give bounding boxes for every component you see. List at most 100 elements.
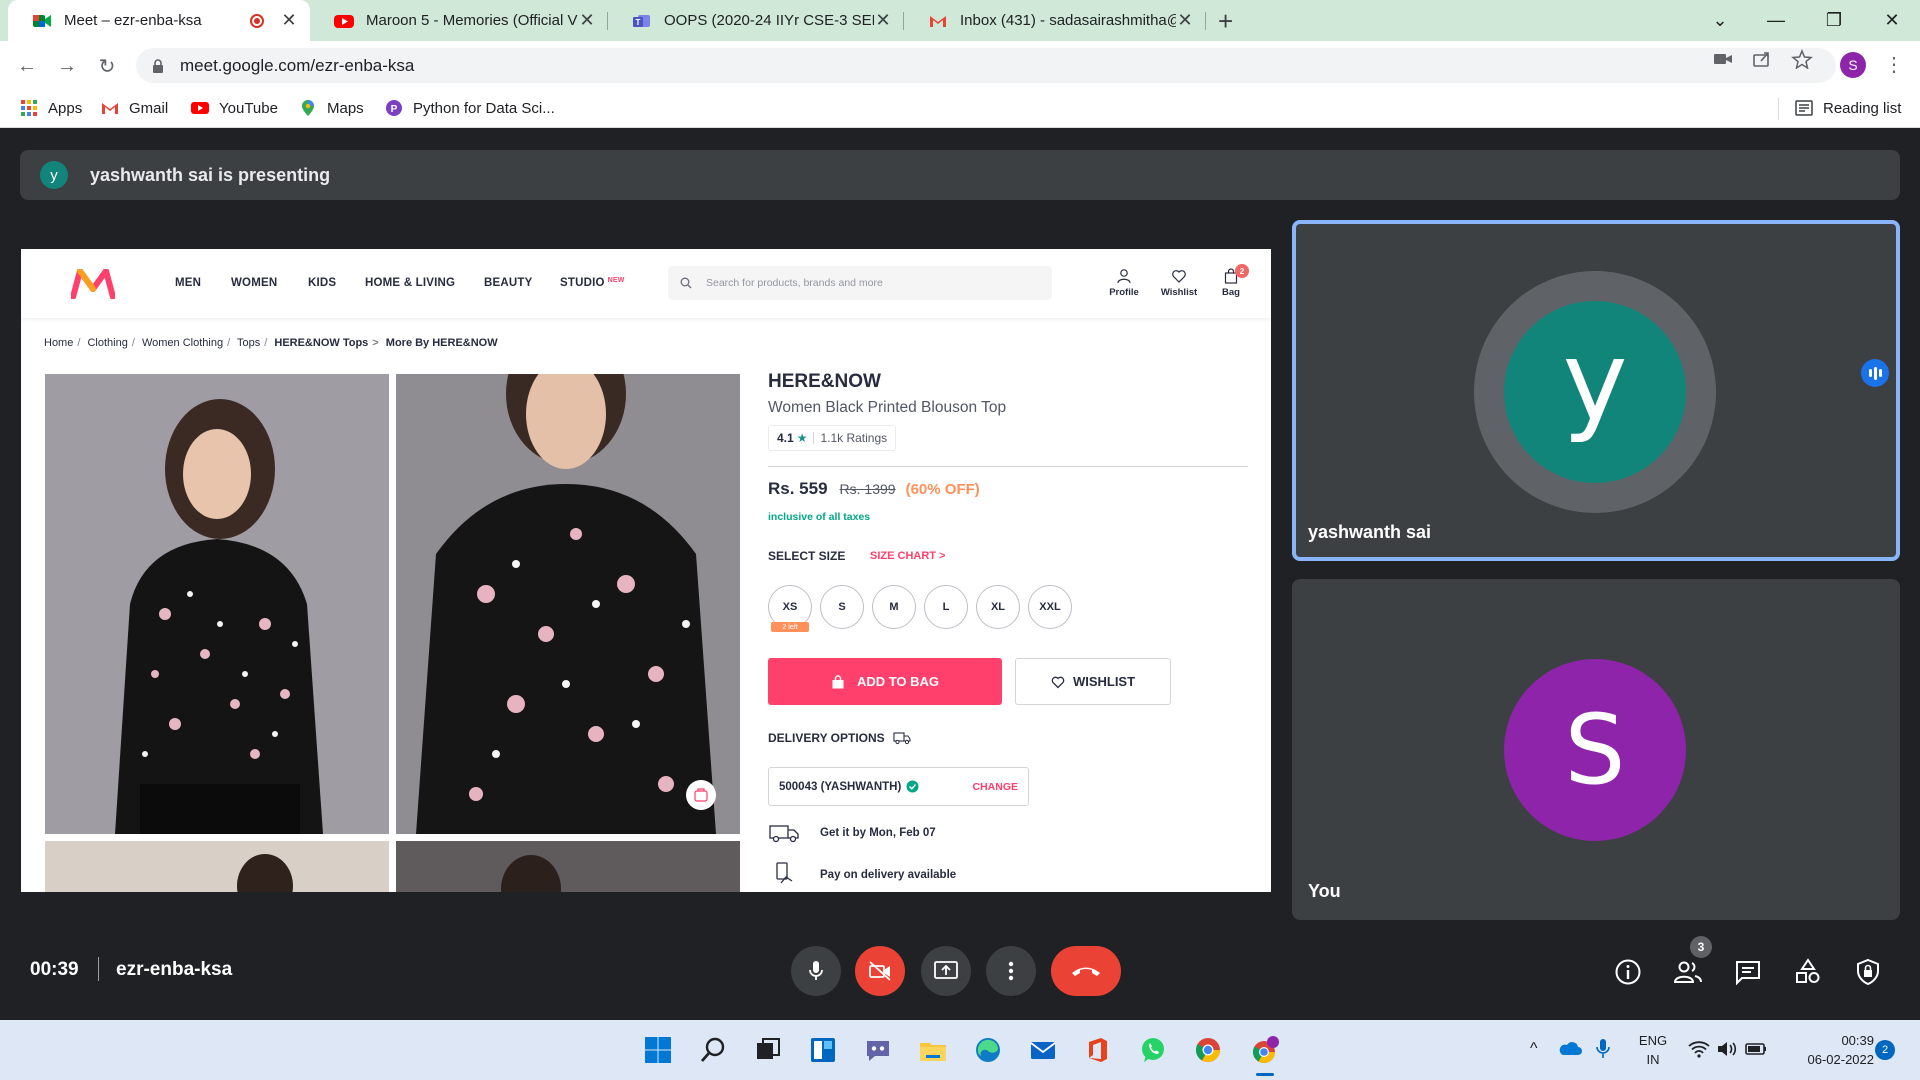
profile-avatar[interactable]: S bbox=[1840, 52, 1866, 78]
tab-search-chevron-icon[interactable]: ⌄ bbox=[1690, 0, 1750, 41]
tab-teams[interactable]: T OOPS (2020-24 IIYr CSE-3 SEM-1 ✕ bbox=[608, 0, 904, 41]
crumb-brand-tops[interactable]: HERE&NOW Tops bbox=[274, 337, 368, 349]
more-options-button[interactable] bbox=[986, 946, 1036, 996]
product-image-1[interactable] bbox=[45, 374, 389, 834]
close-window-icon[interactable]: ✕ bbox=[1862, 0, 1920, 41]
close-tab-icon[interactable]: ✕ bbox=[578, 10, 596, 31]
size-chart-link[interactable]: SIZE CHART > bbox=[870, 550, 945, 562]
share-icon[interactable] bbox=[1751, 49, 1773, 69]
notification-count-badge[interactable]: 2 bbox=[1875, 1040, 1895, 1060]
host-controls-icon[interactable] bbox=[1851, 955, 1885, 989]
language-indicator[interactable]: ENG IN bbox=[1636, 1031, 1670, 1069]
size-label: XL bbox=[990, 601, 1006, 613]
more-vertical-icon bbox=[1008, 961, 1014, 981]
bookmark-python-course[interactable]: P Python for Data Sci... bbox=[385, 99, 555, 117]
battery-charging-icon[interactable] bbox=[1744, 1040, 1768, 1058]
camera-off-button[interactable] bbox=[855, 946, 905, 996]
crumb-home[interactable]: Home bbox=[44, 337, 73, 349]
close-tab-icon[interactable]: ✕ bbox=[280, 10, 298, 31]
nav-studio[interactable]: STUDIO NEW bbox=[560, 277, 625, 289]
whatsapp-icon[interactable] bbox=[1138, 1035, 1168, 1065]
chrome-icon[interactable] bbox=[1193, 1035, 1223, 1065]
meeting-details-icon[interactable] bbox=[1611, 955, 1645, 989]
similar-products-icon[interactable] bbox=[686, 780, 716, 810]
google-meet-icon bbox=[33, 14, 51, 27]
tab-meet[interactable]: Meet – ezr-enba-ksa ✕ bbox=[8, 0, 310, 41]
tab-gmail[interactable]: Inbox (431) - sadasairashmitha@ ✕ bbox=[904, 0, 1206, 41]
bookmark-apps[interactable]: Apps bbox=[20, 99, 82, 117]
product-image-2[interactable] bbox=[396, 374, 740, 834]
restore-icon[interactable]: ❐ bbox=[1804, 0, 1864, 41]
forward-icon[interactable]: → bbox=[54, 53, 80, 79]
windows-start-icon[interactable] bbox=[643, 1035, 673, 1065]
ratings-count: 1.1k Ratings bbox=[820, 431, 888, 445]
nav-kids[interactable]: KIDS bbox=[308, 277, 336, 289]
camera-in-use-icon[interactable] bbox=[1712, 49, 1734, 69]
nav-beauty[interactable]: BEAUTY bbox=[484, 277, 532, 289]
back-icon[interactable]: ← bbox=[14, 53, 40, 79]
new-tab-icon[interactable]: + bbox=[1218, 6, 1233, 37]
leave-call-button[interactable] bbox=[1051, 946, 1121, 996]
size-xl-button[interactable]: XL bbox=[976, 585, 1020, 629]
size-label: XXL bbox=[1039, 601, 1061, 613]
search-icon[interactable] bbox=[698, 1035, 728, 1065]
crumb-women-clothing[interactable]: Women Clothing bbox=[142, 337, 223, 349]
pincode-box[interactable]: 500043 (YASHWANTH) CHANGE bbox=[768, 767, 1029, 806]
participant-tile-yashwanth[interactable]: y yashwanth sai bbox=[1292, 220, 1900, 561]
size-xs-button[interactable]: XS 2 left bbox=[768, 585, 812, 632]
nav-women[interactable]: WOMEN bbox=[231, 277, 277, 289]
close-tab-icon[interactable]: ✕ bbox=[1176, 10, 1194, 31]
participant-tile-self[interactable]: S You bbox=[1292, 579, 1900, 920]
nav-men[interactable]: MEN bbox=[175, 277, 201, 289]
people-icon[interactable] bbox=[1671, 955, 1705, 989]
profile-action[interactable]: Profile bbox=[1104, 268, 1144, 298]
size-l-button[interactable]: L bbox=[924, 585, 968, 629]
task-view-icon[interactable] bbox=[753, 1035, 783, 1065]
crumb-more-by-brand[interactable]: More By HERE&NOW bbox=[386, 337, 498, 349]
address-bar[interactable]: meet.google.com/ezr-enba-ksa bbox=[136, 48, 1836, 83]
mic-in-use-icon[interactable] bbox=[1596, 1038, 1610, 1060]
bag-action[interactable]: Bag 2 bbox=[1211, 264, 1251, 298]
crumb-clothing[interactable]: Clothing bbox=[87, 337, 127, 349]
change-pincode-link[interactable]: CHANGE bbox=[972, 781, 1018, 793]
reload-icon[interactable]: ↻ bbox=[94, 53, 120, 79]
product-search-input[interactable]: Search for products, brands and more bbox=[668, 266, 1052, 300]
bookmark-maps[interactable]: Maps bbox=[299, 99, 364, 117]
present-screen-button[interactable] bbox=[921, 946, 971, 996]
rating-box[interactable]: 4.1 ★ 1.1k Ratings bbox=[768, 425, 897, 451]
mail-icon[interactable] bbox=[1028, 1035, 1058, 1065]
wishlist-action[interactable]: Wishlist bbox=[1159, 268, 1199, 298]
add-to-bag-button[interactable]: ADD TO BAG bbox=[768, 658, 1002, 705]
size-m-button[interactable]: M bbox=[872, 585, 916, 629]
tab-youtube[interactable]: Maroon 5 - Memories (Official Vi ✕ bbox=[310, 0, 608, 41]
edge-browser-icon[interactable] bbox=[973, 1035, 1003, 1065]
product-image-4[interactable] bbox=[396, 841, 740, 892]
widgets-icon[interactable] bbox=[808, 1035, 838, 1065]
show-hidden-icons-icon[interactable]: ^ bbox=[1530, 1040, 1538, 1058]
chat-icon[interactable] bbox=[1731, 955, 1765, 989]
close-tab-icon[interactable]: ✕ bbox=[874, 10, 892, 31]
browser-menu-icon[interactable]: ⋮ bbox=[1884, 52, 1904, 77]
bookmark-star-icon[interactable] bbox=[1791, 49, 1813, 69]
wifi-icon[interactable] bbox=[1688, 1040, 1710, 1058]
office-icon[interactable] bbox=[1083, 1035, 1113, 1065]
volume-icon[interactable] bbox=[1716, 1040, 1738, 1058]
wishlist-button[interactable]: WISHLIST bbox=[1015, 658, 1171, 705]
activities-icon[interactable] bbox=[1791, 955, 1825, 989]
system-clock[interactable]: 00:39 06-02-2022 bbox=[1778, 1031, 1875, 1069]
bookmark-gmail[interactable]: Gmail bbox=[101, 99, 168, 117]
chrome-profile-window-icon[interactable] bbox=[1250, 1035, 1280, 1065]
minimize-icon[interactable]: — bbox=[1746, 0, 1806, 41]
product-image-3[interactable] bbox=[45, 841, 389, 892]
onedrive-icon[interactable] bbox=[1558, 1040, 1582, 1056]
nav-home-living[interactable]: HOME & LIVING bbox=[365, 277, 455, 289]
file-explorer-icon[interactable] bbox=[918, 1035, 948, 1065]
size-s-button[interactable]: S bbox=[820, 585, 864, 629]
bookmark-youtube[interactable]: YouTube bbox=[191, 99, 278, 117]
reading-list-button[interactable]: Reading list bbox=[1795, 99, 1901, 117]
delivery-options-heading: DELIVERY OPTIONS bbox=[768, 731, 911, 745]
microphone-button[interactable] bbox=[791, 946, 841, 996]
size-xxl-button[interactable]: XXL bbox=[1028, 585, 1072, 629]
teams-chat-icon[interactable] bbox=[863, 1035, 893, 1065]
crumb-tops[interactable]: Tops bbox=[237, 337, 260, 349]
